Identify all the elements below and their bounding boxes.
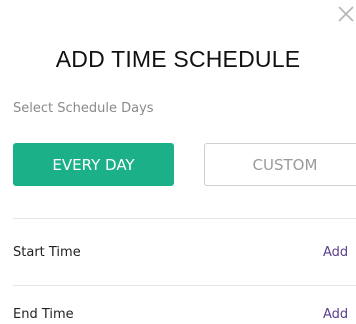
start-time-add-link[interactable]: Add — [323, 245, 348, 260]
end-time-add-link[interactable]: Add — [323, 307, 348, 322]
end-time-label: End Time — [13, 307, 74, 322]
modal-title: ADD TIME SCHEDULE — [55, 46, 301, 72]
modal-subtitle: Select Schedule Days — [13, 101, 154, 116]
start-time-label: Start Time — [13, 245, 81, 260]
custom-button[interactable]: CUSTOM — [204, 143, 356, 186]
add-time-schedule-modal: ADD TIME SCHEDULE Select Schedule Days E… — [0, 0, 356, 324]
divider — [13, 218, 356, 219]
close-icon[interactable] — [336, 4, 356, 24]
divider — [13, 285, 356, 286]
every-day-button[interactable]: EVERY DAY — [13, 143, 174, 186]
